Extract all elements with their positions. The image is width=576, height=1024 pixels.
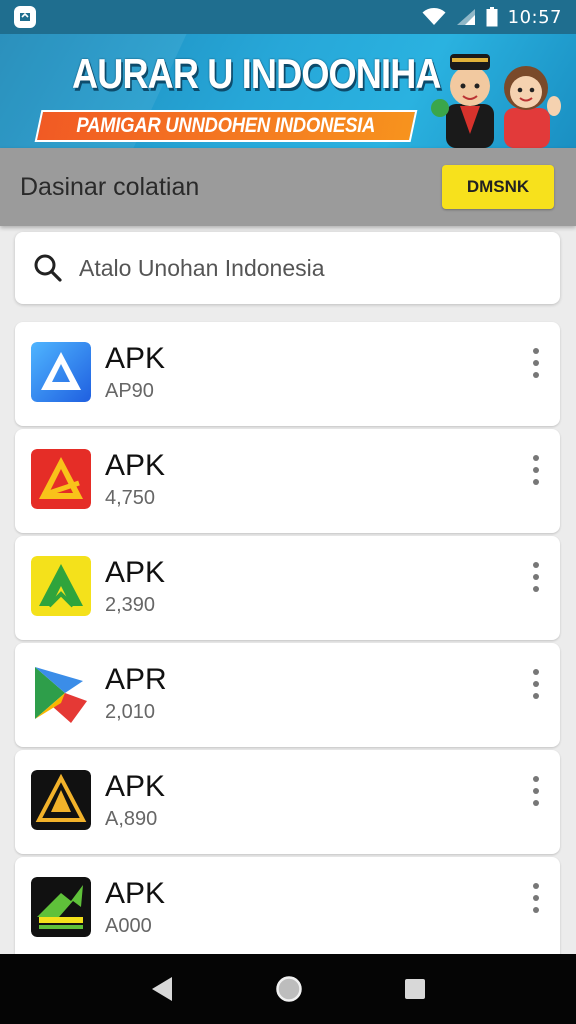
- app-subtitle: A,890: [105, 808, 158, 830]
- mascot-characters-illustration: [431, 54, 561, 148]
- app-title: APK: [105, 770, 166, 803]
- play-style-app-icon: [31, 663, 91, 723]
- black-gold-triangle-app-icon: [31, 770, 91, 830]
- more-options-icon[interactable]: [526, 776, 546, 806]
- app-notification-icon: [14, 6, 36, 28]
- list-item[interactable]: APK AP90: [15, 322, 560, 426]
- red-triangle-app-icon: [31, 449, 91, 509]
- more-options-icon[interactable]: [526, 455, 546, 485]
- back-icon[interactable]: [150, 976, 174, 1002]
- toolbar: Dasinar colatian DMSNK: [0, 148, 576, 226]
- app-title: APR: [105, 663, 167, 696]
- battery-icon: [486, 7, 498, 27]
- app-title: APK: [105, 556, 166, 589]
- app-subtitle: A000: [105, 915, 152, 937]
- signal-icon: [456, 9, 475, 25]
- blue-triangle-app-icon: [31, 342, 91, 402]
- banner-subtitle: PAMIGAR UNNDOHEN INDONESIA: [76, 114, 376, 137]
- list-item[interactable]: APR 2,010: [15, 643, 560, 747]
- app-subtitle: AP90: [105, 380, 154, 402]
- black-green-arrow-app-icon: [31, 877, 91, 937]
- app-subtitle: 2,010: [105, 701, 156, 723]
- banner-title: AURAR U INDOONIHA: [72, 50, 442, 97]
- list-item[interactable]: APK A,890: [15, 750, 560, 854]
- green-yellow-app-icon: [31, 556, 91, 616]
- app-title: APK: [105, 877, 166, 910]
- more-options-icon[interactable]: [526, 669, 546, 699]
- system-nav-bar: [0, 954, 576, 1024]
- app-title: APK: [105, 449, 166, 482]
- search-icon: [34, 254, 62, 282]
- wifi-icon: [422, 8, 446, 25]
- recents-icon[interactable]: [404, 978, 426, 1000]
- status-time: 10:57: [507, 6, 562, 28]
- app-subtitle: 2,390: [105, 594, 156, 616]
- list-item[interactable]: APK A000: [15, 857, 560, 961]
- more-options-icon[interactable]: [526, 348, 546, 378]
- app-subtitle: 4,750: [105, 487, 156, 509]
- dmsnk-button[interactable]: DMSNK: [442, 165, 554, 209]
- toolbar-title: Dasinar colatian: [20, 172, 200, 201]
- home-icon[interactable]: [275, 975, 303, 1003]
- app-title: APK: [105, 342, 166, 375]
- list-item[interactable]: APK 2,390: [15, 536, 560, 640]
- status-bar: 10:57: [0, 0, 576, 34]
- banner-ribbon: PAMIGAR UNNDOHEN INDONESIA: [34, 110, 418, 142]
- app-list: APK AP90 APK 4,750 APK 2,390 APR 2,010 A…: [15, 322, 560, 964]
- promo-banner[interactable]: AURAR U INDOONIHA PAMIGAR UNNDOHEN INDON…: [0, 34, 576, 148]
- more-options-icon[interactable]: [526, 562, 546, 592]
- search-input[interactable]: [79, 254, 519, 282]
- search-bar[interactable]: [15, 232, 560, 304]
- list-item[interactable]: APK 4,750: [15, 429, 560, 533]
- more-options-icon[interactable]: [526, 883, 546, 913]
